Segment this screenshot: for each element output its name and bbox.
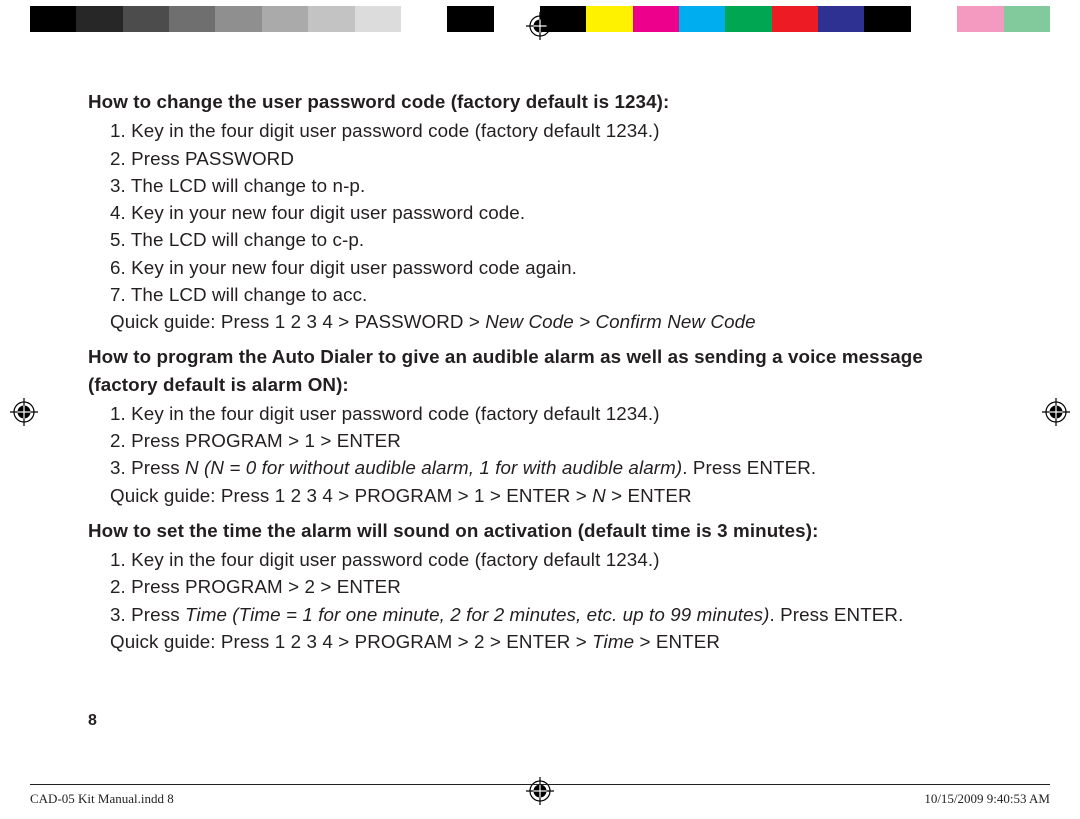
- color-swatch: [1004, 6, 1050, 32]
- step: 3. Press N (N = 0 for without audible al…: [110, 454, 992, 481]
- step-pre: 3. Press: [110, 457, 185, 478]
- color-swatch: [169, 6, 215, 32]
- registration-mark-icon: [526, 12, 554, 40]
- footer-filename: CAD-05 Kit Manual.indd 8: [30, 791, 174, 807]
- color-swatch: [215, 6, 261, 32]
- color-swatch: [911, 6, 957, 32]
- color-swatch: [30, 6, 76, 32]
- color-swatch: [633, 6, 679, 32]
- step-post: . Press ENTER.: [682, 457, 816, 478]
- footer-timestamp: 10/15/2009 9:40:53 AM: [924, 791, 1050, 807]
- page-content: How to change the user password code (fa…: [88, 88, 992, 655]
- quick-guide-italic: N: [592, 485, 606, 506]
- color-swatch: [957, 6, 1003, 32]
- section-change-password: How to change the user password code (fa…: [88, 88, 992, 335]
- color-swatch: [586, 6, 632, 32]
- registration-mark-icon: [1042, 398, 1070, 426]
- section-alarm-time: How to set the time the alarm will sound…: [88, 517, 992, 655]
- step: 1. Key in the four digit user password c…: [110, 546, 992, 573]
- color-swatch: [355, 6, 401, 32]
- section-audible-alarm: How to program the Auto Dialer to give a…: [88, 343, 992, 509]
- step: 3. The LCD will change to n-p.: [110, 172, 992, 199]
- section-title: How to change the user password code (fa…: [88, 88, 992, 115]
- quick-guide-pre: Quick guide: Press 1 2 3 4 > PROGRAM > 1…: [110, 485, 592, 506]
- color-swatch: [123, 6, 169, 32]
- color-swatch: [76, 6, 122, 32]
- color-swatch: [262, 6, 308, 32]
- step-list: 1. Key in the four digit user password c…: [88, 400, 992, 509]
- color-swatch: [864, 6, 910, 32]
- color-swatch: [679, 6, 725, 32]
- quick-guide-pre: Quick guide: Press 1 2 3 4 > PROGRAM > 2…: [110, 631, 592, 652]
- step-list: 1. Key in the four digit user password c…: [88, 117, 992, 335]
- quick-guide-pre: Quick guide: Press 1 2 3 4 > PASSWORD >: [110, 311, 485, 332]
- color-swatch: [401, 6, 447, 32]
- step: 6. Key in your new four digit user passw…: [110, 254, 992, 281]
- step: 3. Press Time (Time = 1 for one minute, …: [110, 601, 992, 628]
- step-pre: 3. Press: [110, 604, 185, 625]
- section-title: How to program the Auto Dialer to give a…: [88, 343, 992, 398]
- quick-guide: Quick guide: Press 1 2 3 4 > PROGRAM > 2…: [110, 628, 992, 655]
- color-swatch: [725, 6, 771, 32]
- quick-guide-post: > ENTER: [606, 485, 692, 506]
- quick-guide-post: > ENTER: [634, 631, 720, 652]
- page-number: 8: [88, 712, 97, 730]
- quick-guide-italic: New Code > Confirm New Code: [485, 311, 755, 332]
- step: 7. The LCD will change to acc.: [110, 281, 992, 308]
- color-swatch: [447, 6, 493, 32]
- color-swatch: [772, 6, 818, 32]
- step-italic: N (N = 0 for without audible alarm, 1 fo…: [185, 457, 682, 478]
- color-swatch: [818, 6, 864, 32]
- step-list: 1. Key in the four digit user password c…: [88, 546, 992, 655]
- registration-mark-icon: [10, 398, 38, 426]
- step-post: . Press ENTER.: [769, 604, 903, 625]
- step: 2. Press PROGRAM > 2 > ENTER: [110, 573, 992, 600]
- section-title: How to set the time the alarm will sound…: [88, 517, 992, 544]
- step: 5. The LCD will change to c-p.: [110, 226, 992, 253]
- step: 2. Press PASSWORD: [110, 145, 992, 172]
- step-italic: Time (Time = 1 for one minute, 2 for 2 m…: [185, 604, 769, 625]
- quick-guide-italic: Time: [592, 631, 634, 652]
- step: 4. Key in your new four digit user passw…: [110, 199, 992, 226]
- color-swatch: [308, 6, 354, 32]
- step: 2. Press PROGRAM > 1 > ENTER: [110, 427, 992, 454]
- footer: CAD-05 Kit Manual.indd 8 10/15/2009 9:40…: [30, 784, 1050, 807]
- quick-guide: Quick guide: Press 1 2 3 4 > PROGRAM > 1…: [110, 482, 992, 509]
- quick-guide: Quick guide: Press 1 2 3 4 > PASSWORD > …: [110, 308, 992, 335]
- step: 1. Key in the four digit user password c…: [110, 117, 992, 144]
- step: 1. Key in the four digit user password c…: [110, 400, 992, 427]
